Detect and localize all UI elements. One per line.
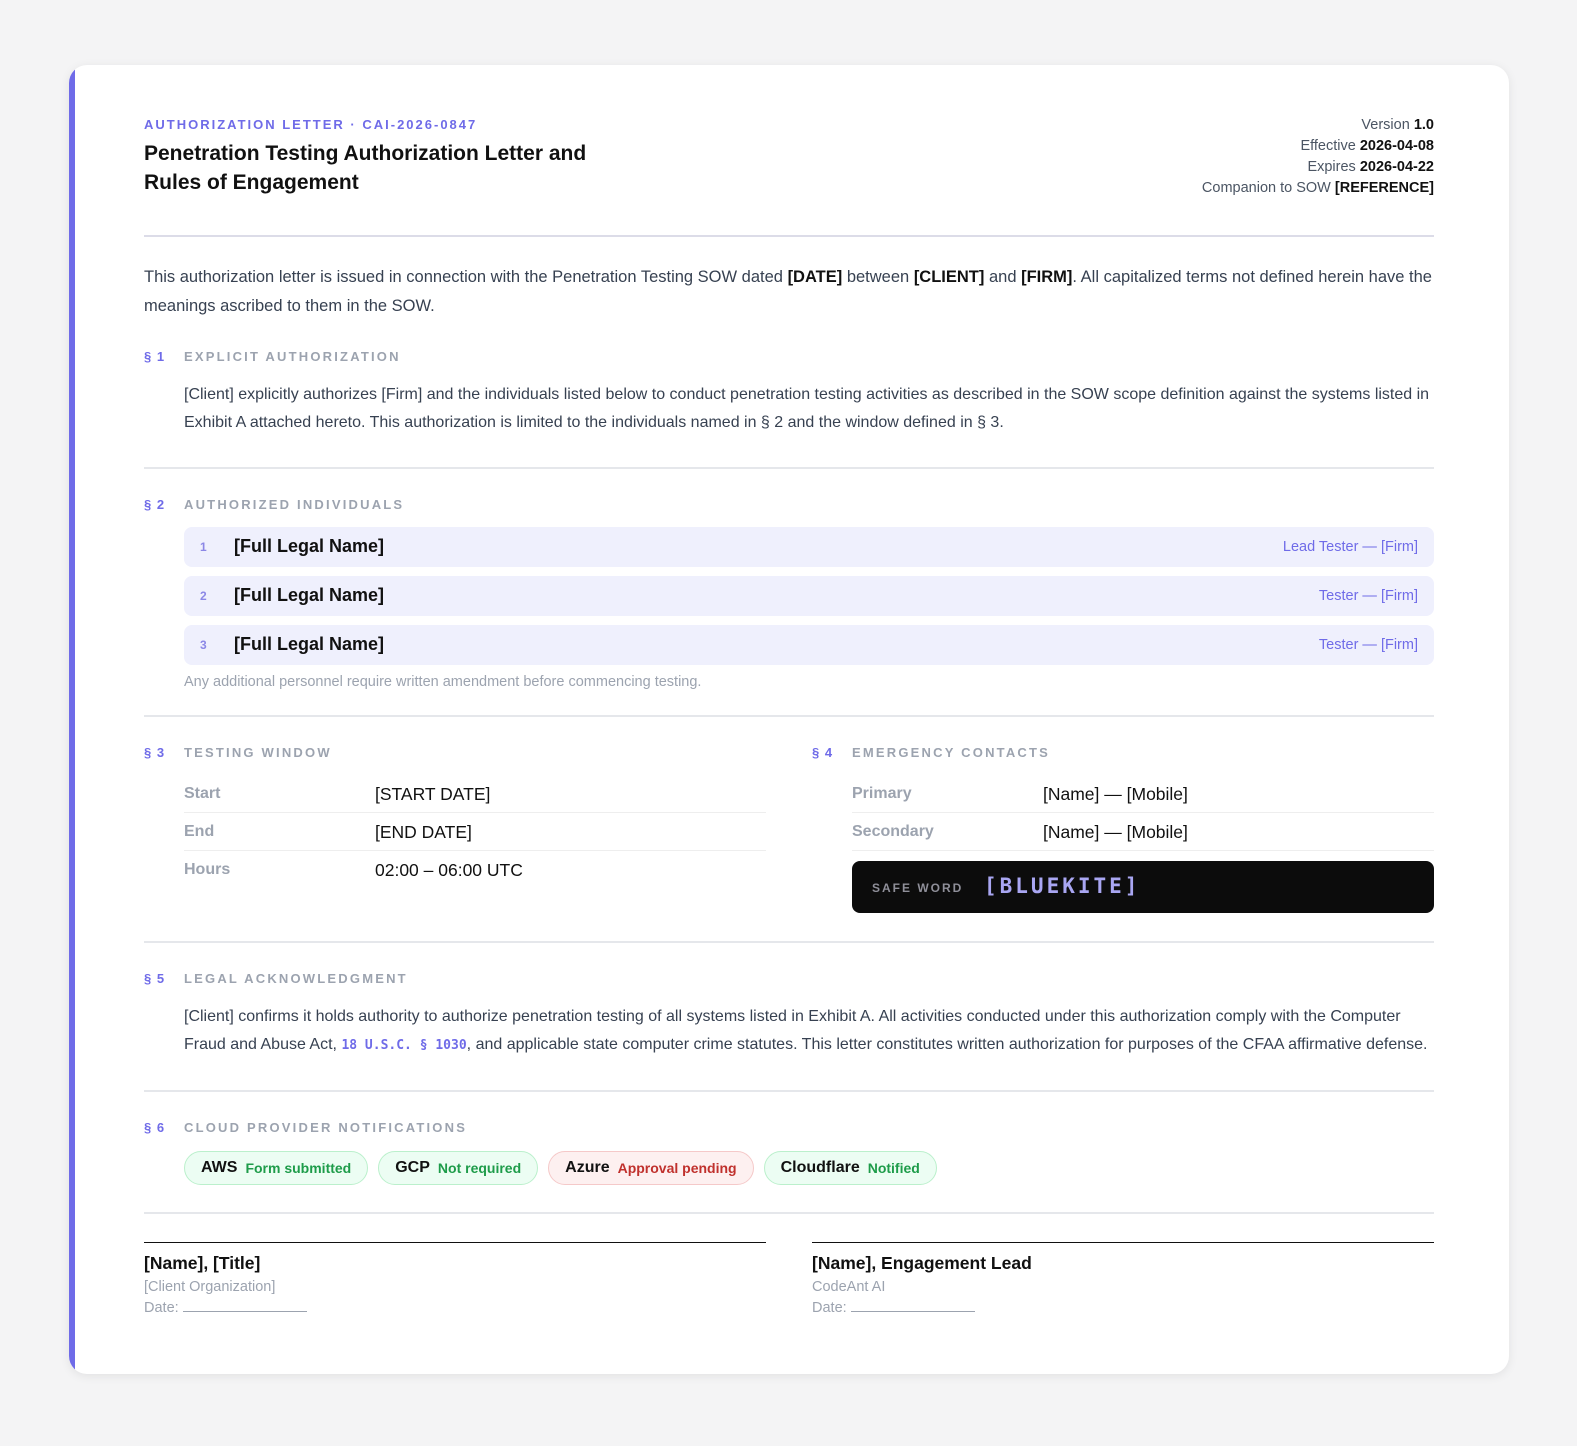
primary-contact-row: Primary [Name] — [Mobile]	[852, 775, 1434, 813]
signatory-name: [Name], Engagement Lead	[812, 1253, 1032, 1273]
document-meta: Version 1.0 Effective 2026-04-08 Expires…	[1202, 115, 1434, 199]
meta-version: Version 1.0	[1361, 117, 1434, 133]
personnel-note: Any additional personnel require written…	[184, 674, 702, 690]
section-legal-acknowledgment: § 5 LEGAL ACKNOWLEDGMENT [Client] confir…	[144, 943, 1434, 1092]
section-heading: CLOUD PROVIDER NOTIFICATIONS	[184, 1120, 468, 1135]
legal-text: [Client] confirms it holds authority to …	[184, 1008, 1428, 1053]
row-value: 02:00 – 06:00 UTC	[375, 860, 523, 880]
status-badge: Form submitted	[245, 1160, 352, 1176]
individual-name: [Full Legal Name]	[234, 536, 385, 556]
row-label: Primary	[852, 785, 912, 802]
secondary-contact-row: Secondary [Name] — [Mobile]	[852, 813, 1434, 851]
provider-name: Azure	[565, 1159, 610, 1176]
individual-name: [Full Legal Name]	[234, 634, 385, 654]
section-number: § 2	[144, 497, 166, 512]
provider-name: Cloudflare	[780, 1159, 860, 1176]
signature-date: Date:	[144, 1299, 766, 1316]
section-explicit-authorization: § 1 EXPLICIT AUTHORIZATION [Client] expl…	[144, 321, 1434, 469]
status-badge: Approval pending	[617, 1160, 737, 1176]
contacts-table: Primary [Name] — [Mobile] Secondary [Nam…	[852, 775, 1434, 851]
meta-sow-reference: Companion to SOW [REFERENCE]	[1201, 180, 1434, 196]
individual-row: 3 [Full Legal Name] Tester — [Firm]	[184, 625, 1434, 665]
window-end-row: End [END DATE]	[184, 813, 766, 851]
intro-paragraph: This authorization letter is issued in c…	[144, 268, 1432, 315]
row-label: Hours	[184, 861, 231, 878]
firm-signature: [Name], Engagement Lead CodeAnt AI Date:	[812, 1242, 1434, 1316]
testing-window-table: Start [START DATE] End [END DATE] Hours …	[184, 775, 766, 888]
meta-expires: Expires 2026-04-22	[1307, 159, 1434, 175]
provider-pill-gcp: GCP Not required	[378, 1151, 539, 1185]
section-emergency-contacts: § 4 EMERGENCY CONTACTS Primary [Name] — …	[812, 745, 1434, 913]
signatory-name: [Name], [Title]	[144, 1253, 261, 1273]
row-value: [Name] — [Mobile]	[1043, 784, 1188, 804]
safe-word-box: SAFE WORD [BLUEKITE]	[852, 861, 1434, 913]
section-heading: LEGAL ACKNOWLEDGMENT	[184, 971, 408, 986]
safe-word-label: SAFE WORD	[872, 881, 964, 895]
signature-block: [Name], [Title] [Client Organization] Da…	[144, 1214, 1434, 1334]
letter-header: AUTHORIZATION LETTER · CAI-2026-0847 Pen…	[144, 65, 1434, 237]
individual-row: 2 [Full Legal Name] Tester — [Firm]	[184, 576, 1434, 616]
row-value: [START DATE]	[375, 784, 491, 804]
window-hours-row: Hours 02:00 – 06:00 UTC	[184, 851, 766, 888]
section-number: § 6	[144, 1120, 166, 1135]
individual-number: 3	[200, 638, 207, 652]
authorization-letter-card: AUTHORIZATION LETTER · CAI-2026-0847 Pen…	[69, 65, 1509, 1374]
window-start-row: Start [START DATE]	[184, 775, 766, 813]
section-testing-window: § 3 TESTING WINDOW Start [START DATE] En…	[144, 745, 766, 888]
provider-pill-cloudflare: Cloudflare Notified	[763, 1151, 937, 1185]
section-heading: EMERGENCY CONTACTS	[852, 745, 1051, 760]
section-heading: EXPLICIT AUTHORIZATION	[184, 349, 401, 364]
page-title: Penetration Testing Authorization Letter…	[144, 142, 587, 194]
date-blank-line	[850, 1299, 975, 1312]
individual-number: 1	[200, 540, 207, 554]
signatory-organization: CodeAnt AI	[812, 1279, 886, 1295]
section-number: § 5	[144, 971, 166, 986]
section-heading: AUTHORIZED INDIVIDUALS	[184, 497, 405, 512]
accent-bar	[69, 65, 75, 1374]
date-blank-line	[182, 1299, 307, 1312]
individual-role: Lead Tester — [Firm]	[1282, 539, 1418, 555]
row-label: End	[184, 823, 215, 840]
status-badge: Not required	[437, 1160, 522, 1176]
meta-effective: Effective 2026-04-08	[1300, 138, 1434, 154]
authorization-text: [Client] explicitly authorizes [Firm] an…	[184, 386, 1430, 431]
document-id: AUTHORIZATION LETTER · CAI-2026-0847	[144, 117, 478, 132]
section-cloud-notifications: § 6 CLOUD PROVIDER NOTIFICATIONS AWS For…	[144, 1092, 1434, 1214]
row-value: [END DATE]	[375, 822, 472, 842]
signature-date: Date:	[812, 1299, 1434, 1316]
row-label: Secondary	[852, 823, 934, 840]
individuals-list: 1 [Full Legal Name] Lead Tester — [Firm]…	[144, 527, 1434, 665]
provider-pills: AWS Form submitted GCP Not required Azur…	[184, 1151, 1434, 1185]
provider-name: AWS	[201, 1159, 238, 1176]
section-heading: TESTING WINDOW	[184, 745, 332, 760]
provider-pill-aws: AWS Form submitted	[184, 1151, 369, 1185]
section-number: § 4	[812, 745, 834, 760]
provider-name: GCP	[395, 1159, 430, 1176]
section-number: § 3	[144, 745, 166, 760]
status-badge: Notified	[867, 1160, 920, 1176]
provider-pill-azure: Azure Approval pending	[548, 1151, 754, 1185]
row-label: Start	[184, 785, 221, 802]
letter-body: AUTHORIZATION LETTER · CAI-2026-0847 Pen…	[144, 65, 1434, 1334]
safe-word-value: [BLUEKITE]	[984, 874, 1141, 898]
section-number: § 1	[144, 349, 166, 364]
individual-name: [Full Legal Name]	[234, 585, 385, 605]
statute-reference: 18 U.S.C. § 1030	[341, 1038, 467, 1053]
individual-row: 1 [Full Legal Name] Lead Tester — [Firm]	[184, 527, 1434, 567]
client-signature: [Name], [Title] [Client Organization] Da…	[144, 1242, 766, 1316]
individual-role: Tester — [Firm]	[1318, 588, 1418, 604]
signatory-organization: [Client Organization]	[144, 1279, 276, 1295]
section-authorized-individuals: § 2 AUTHORIZED INDIVIDUALS 1 [Full Legal…	[144, 469, 1434, 717]
row-value: [Name] — [Mobile]	[1043, 822, 1188, 842]
section-window-and-contacts: § 3 TESTING WINDOW Start [START DATE] En…	[144, 717, 1434, 943]
individual-number: 2	[200, 589, 207, 603]
individual-role: Tester — [Firm]	[1318, 637, 1418, 653]
